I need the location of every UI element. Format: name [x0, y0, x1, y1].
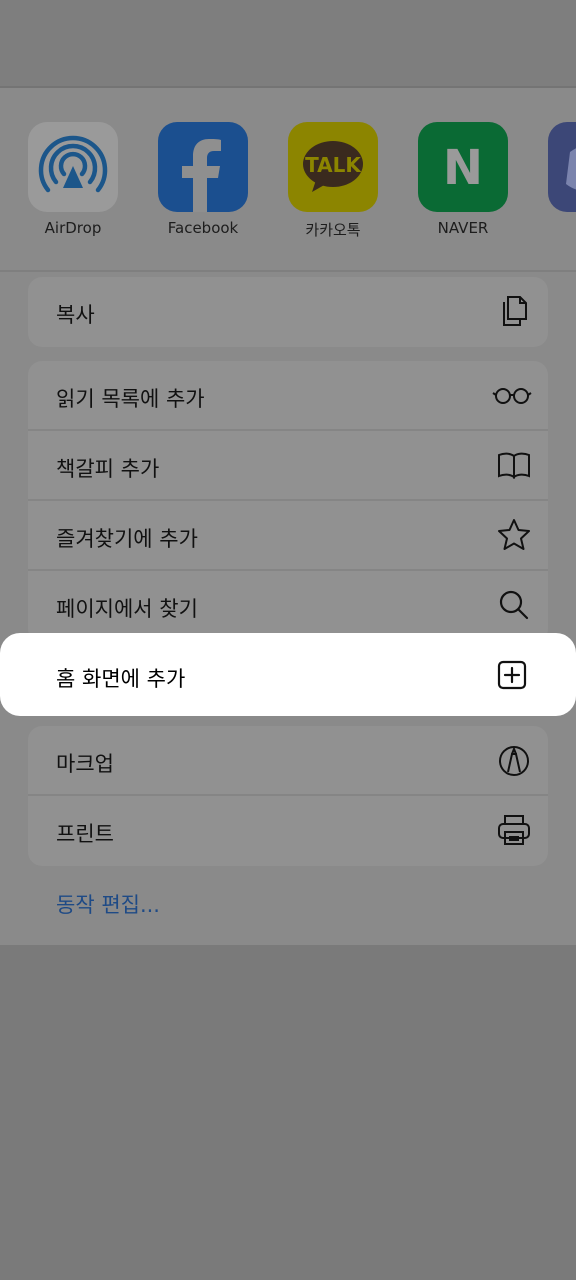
action-find-in-page[interactable]: 페이지에서 찾기 [28, 571, 548, 641]
action-add-to-home-screen[interactable]: 홈 화면에 추가 [0, 633, 576, 716]
action-group-copy: 복사 [28, 277, 548, 347]
share-sheet-header [0, 0, 576, 86]
printer-icon [496, 812, 532, 848]
share-app-label: 카카오톡 [305, 221, 361, 239]
naver-icon-text: N [443, 140, 483, 196]
markup-pen-icon [496, 742, 532, 778]
action-favorites[interactable]: 즐겨찾기에 추가 [28, 501, 548, 571]
share-app-label: D [528, 219, 576, 237]
share-app-label: NAVER [437, 219, 489, 237]
share-app-kakaotalk[interactable]: TALK 카카오톡 [288, 122, 378, 240]
action-label: 마크업 [56, 752, 114, 776]
action-label: 복사 [56, 303, 95, 327]
action-label: 페이지에서 찾기 [56, 597, 198, 621]
action-copy[interactable]: 복사 [28, 277, 548, 347]
action-label: 즐겨찾기에 추가 [56, 527, 198, 551]
facebook-icon [158, 122, 248, 212]
action-label: 홈 화면에 추가 [56, 667, 186, 691]
share-app-discord[interactable]: D [548, 122, 576, 240]
action-markup[interactable]: 마크업 [28, 726, 548, 796]
kakaotalk-icon: TALK [288, 122, 378, 212]
action-bookmark[interactable]: 책갈피 추가 [28, 431, 548, 501]
copy-icon [496, 293, 532, 329]
airdrop-icon [28, 122, 118, 212]
action-label: 프린트 [56, 822, 114, 846]
action-print[interactable]: 프린트 [28, 796, 548, 866]
search-icon [496, 587, 532, 623]
edit-actions-link[interactable]: 동작 편집... [56, 889, 160, 919]
kakaotalk-icon-text: TALK [305, 153, 362, 177]
action-group-tools: 마크업 프린트 [28, 726, 548, 866]
discord-icon [548, 122, 576, 212]
divider [0, 86, 576, 88]
naver-icon: N [418, 122, 508, 212]
glasses-icon [492, 377, 532, 413]
share-app-facebook[interactable]: Facebook [158, 122, 248, 240]
book-icon [496, 447, 532, 483]
share-app-label: AirDrop [44, 219, 102, 237]
divider [0, 270, 576, 272]
action-group-page: 읽기 목록에 추가 책갈피 추가 즐겨찾기에 추가 페이지에서 찾기 [28, 361, 548, 643]
share-sheet-screen: AirDrop Facebook TALK 카카오톡 N NAVER 복사 읽기… [0, 0, 576, 1280]
action-label: 읽기 목록에 추가 [56, 387, 205, 411]
share-app-naver[interactable]: N NAVER [418, 122, 508, 240]
star-icon [496, 517, 532, 553]
add-square-icon [494, 657, 530, 693]
share-app-airdrop[interactable]: AirDrop [28, 122, 118, 240]
share-sheet: AirDrop Facebook TALK 카카오톡 N NAVER 복사 읽기… [0, 0, 576, 945]
action-reading-list[interactable]: 읽기 목록에 추가 [28, 361, 548, 431]
share-app-label: Facebook [167, 219, 239, 237]
action-label: 책갈피 추가 [56, 457, 160, 481]
